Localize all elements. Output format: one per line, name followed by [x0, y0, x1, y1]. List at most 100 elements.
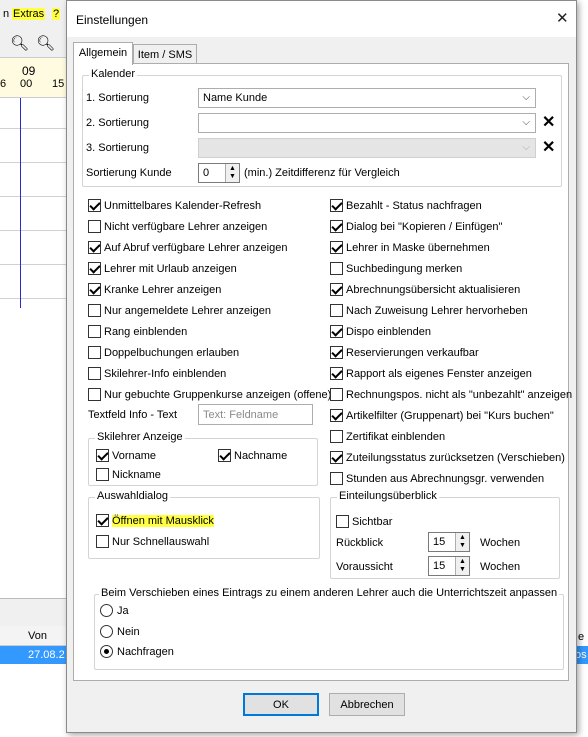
- voraussicht-value: 15: [433, 560, 446, 572]
- zoom-out-icon[interactable]: 🔍︎: [36, 34, 55, 52]
- tab-item-sms[interactable]: Item / SMS: [133, 44, 197, 65]
- settings-checkbox[interactable]: [88, 220, 101, 233]
- settings-checkbox[interactable]: [88, 262, 101, 275]
- settings-checkbox-label: Nicht verfügbare Lehrer anzeigen: [104, 221, 268, 233]
- settings-checkbox[interactable]: [330, 451, 343, 464]
- settings-checkbox-label: Rang einblenden: [104, 326, 188, 338]
- settings-checkbox-label: Lehrer in Maske übernehmen: [346, 242, 490, 254]
- settings-checkbox-label: Zuteilungsstatus zurücksetzen (Verschieb…: [346, 452, 565, 464]
- auswahldialog-legend: Auswahldialog: [95, 490, 170, 502]
- zoom-in-icon[interactable]: 🔍︎: [10, 34, 29, 52]
- chevron-down-icon: ⌵: [522, 117, 530, 128]
- sichtbar-label: Sichtbar: [352, 516, 393, 528]
- spin-up-icon[interactable]: ▲: [459, 558, 466, 565]
- radio-nachfragen[interactable]: [100, 645, 113, 658]
- sort3-label: 3. Sortierung: [86, 142, 149, 154]
- vorname-label: Vorname: [112, 450, 157, 462]
- radio-ja[interactable]: [100, 604, 113, 617]
- settings-checkbox[interactable]: [330, 472, 343, 485]
- settings-checkbox[interactable]: [330, 325, 343, 338]
- settings-checkbox[interactable]: [330, 367, 343, 380]
- settings-checkbox-label: Zertifikat einblenden: [346, 431, 446, 443]
- settings-checkbox-label: Skilehrer-Info einblenden: [104, 368, 227, 380]
- settings-checkbox[interactable]: [330, 430, 343, 443]
- settings-checkbox[interactable]: [330, 409, 343, 422]
- voraussicht-stepper[interactable]: 15 ▲ ▼: [428, 556, 470, 576]
- menu-help[interactable]: ?: [52, 8, 61, 20]
- calendar-time-marker: [20, 98, 21, 308]
- calendar-hour-label: 00: [20, 78, 33, 90]
- menu-extras[interactable]: Extras: [12, 8, 46, 20]
- textfeld-input[interactable]: Text: Feldname: [198, 404, 313, 425]
- tab-allgemein[interactable]: Allgemein: [73, 42, 133, 65]
- dialog-title: Einstellungen: [76, 13, 149, 27]
- rueckblick-stepper[interactable]: 15 ▲ ▼: [428, 532, 470, 552]
- menu-view-fragment[interactable]: n: [2, 8, 10, 20]
- clear-sort2-icon[interactable]: ✕: [542, 115, 555, 131]
- settings-checkbox[interactable]: [88, 283, 101, 296]
- radio-nein-label: Nein: [117, 626, 140, 638]
- settings-checkbox[interactable]: [88, 304, 101, 317]
- radio-ja-label: Ja: [117, 605, 129, 617]
- vorname-checkbox[interactable]: [96, 449, 109, 462]
- ok-button[interactable]: OK: [243, 693, 319, 716]
- settings-checkbox[interactable]: [330, 262, 343, 275]
- settings-checkbox-label: Dialog bei "Kopieren / Einfügen": [346, 221, 503, 233]
- einteilung-legend: Einteilungsüberblick: [337, 490, 439, 502]
- auswahldialog-group: Auswahldialog: [88, 490, 320, 559]
- nickname-label: Nickname: [112, 469, 161, 481]
- spin-up-icon[interactable]: ▲: [229, 165, 236, 172]
- nachname-label: Nachname: [234, 450, 288, 462]
- kalender-legend: Kalender: [89, 68, 138, 80]
- settings-checkbox-label: Reservierungen verkaufbar: [346, 347, 479, 359]
- column-header-fragment: e: [578, 631, 585, 643]
- nachname-checkbox[interactable]: [218, 449, 231, 462]
- row-date-cell: 27.08.2: [28, 649, 65, 661]
- rueckblick-value: 15: [433, 536, 446, 548]
- spin-down-icon[interactable]: ▼: [229, 173, 236, 180]
- close-icon[interactable]: ✕: [556, 9, 569, 27]
- radio-nein[interactable]: [100, 625, 113, 638]
- settings-checkbox[interactable]: [330, 304, 343, 317]
- settings-checkbox[interactable]: [330, 388, 343, 401]
- settings-checkbox-label: Nur angemeldete Lehrer anzeigen: [104, 305, 271, 317]
- background-selected-row[interactable]: 27.08.2: [0, 646, 70, 664]
- sort1-label: 1. Sortierung: [86, 92, 149, 104]
- settings-checkbox-label: Unmittelbares Kalender-Refresh: [104, 200, 262, 212]
- settings-checkbox[interactable]: [330, 283, 343, 296]
- voraussicht-unit: Wochen: [480, 561, 521, 573]
- chevron-down-icon: ⌵: [522, 142, 530, 153]
- settings-checkbox[interactable]: [88, 241, 101, 254]
- settings-checkbox[interactable]: [88, 346, 101, 359]
- settings-checkbox[interactable]: [330, 220, 343, 233]
- settings-checkbox[interactable]: [88, 388, 101, 401]
- settings-checkbox[interactable]: [330, 199, 343, 212]
- settings-checkbox[interactable]: [330, 346, 343, 359]
- dialog-titlebar[interactable]: Einstellungen ✕: [67, 1, 576, 37]
- calendar-hour-label: 15: [52, 78, 65, 90]
- column-header-von[interactable]: Von: [28, 630, 47, 642]
- settings-checkbox[interactable]: [88, 367, 101, 380]
- background-lower-toolbar: [0, 598, 70, 626]
- spin-up-icon[interactable]: ▲: [459, 534, 466, 541]
- settings-checkbox-label: Nach Zuweisung Lehrer hervorheben: [346, 305, 528, 317]
- schnellauswahl-label: Nur Schnellauswahl: [112, 536, 210, 548]
- sichtbar-checkbox[interactable]: [336, 515, 349, 528]
- spin-down-icon[interactable]: ▼: [459, 542, 466, 549]
- schnellauswahl-checkbox[interactable]: [96, 535, 109, 548]
- sort3-select[interactable]: ⌵: [198, 138, 536, 158]
- sort1-select[interactable]: Name Kunde ⌵: [198, 88, 536, 108]
- settings-checkbox[interactable]: [88, 199, 101, 212]
- clear-sort3-icon[interactable]: ✕: [542, 140, 555, 156]
- rueckblick-unit: Wochen: [480, 537, 521, 549]
- spin-down-icon[interactable]: ▼: [459, 566, 466, 573]
- background-menubar: n Extras ?: [0, 0, 70, 30]
- settings-checkbox[interactable]: [88, 325, 101, 338]
- sort-kunde-stepper[interactable]: 0 ▲ ▼: [198, 163, 240, 183]
- calendar-date-label: 09: [22, 64, 36, 78]
- nickname-checkbox[interactable]: [96, 468, 109, 481]
- sort2-select[interactable]: ⌵: [198, 113, 536, 133]
- settings-checkbox[interactable]: [330, 241, 343, 254]
- mausklick-checkbox[interactable]: [96, 514, 109, 527]
- cancel-button[interactable]: Abbrechen: [329, 693, 405, 716]
